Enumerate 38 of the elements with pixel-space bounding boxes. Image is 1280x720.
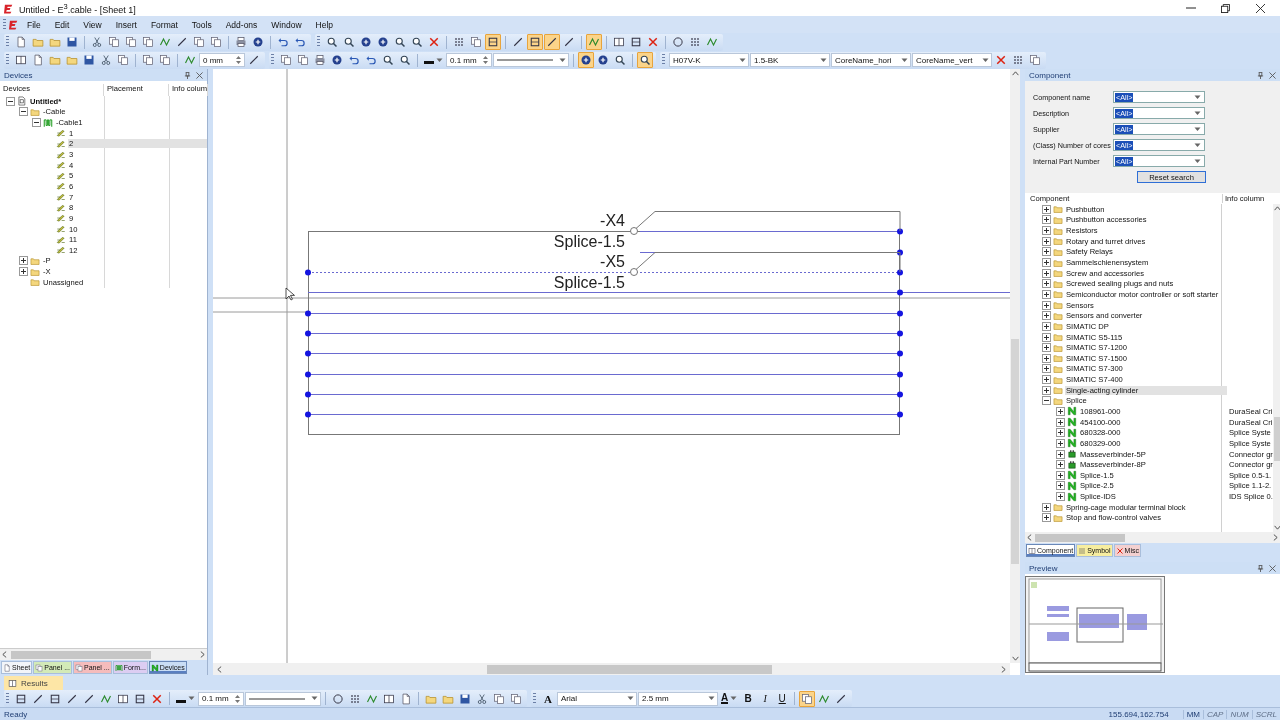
menu-item[interactable]: Tools	[184, 17, 219, 32]
dropdown-field[interactable]: H07V-K	[669, 53, 749, 67]
device-label[interactable]: -X5	[600, 253, 625, 270]
format-button[interactable]: I	[757, 690, 774, 707]
dropdown-field[interactable]: CoreName_vert	[912, 53, 992, 67]
spin-field[interactable]: 0.1 mm	[446, 53, 492, 67]
menu-item[interactable]: Edit	[47, 17, 77, 32]
dropdown-field[interactable]: 1.5-BK	[750, 53, 830, 67]
panel-title: Component	[1029, 70, 1072, 80]
dropdown-field[interactable]: 2.5 mm	[638, 691, 718, 706]
panel-title: Preview	[1029, 563, 1059, 573]
status-indicator: SCRL	[1251, 710, 1280, 719]
device-label[interactable]: -X4	[600, 212, 625, 229]
menu-item[interactable]: Window	[264, 17, 309, 32]
menu-item[interactable]: Add-ons	[218, 17, 265, 32]
menu-item[interactable]: Format	[143, 17, 185, 32]
status-text: Ready	[4, 710, 28, 719]
dropdown-field[interactable]: Arial	[557, 691, 637, 706]
menu-item[interactable]: Insert	[108, 17, 144, 32]
menu-item[interactable]: View	[76, 17, 109, 32]
font-color-button[interactable]: A	[719, 690, 740, 707]
part-label[interactable]: Splice-1.5	[553, 233, 625, 250]
panel-title: Devices	[4, 70, 34, 80]
status-indicator: NUM	[1226, 710, 1252, 719]
menu-item[interactable]: Help	[308, 17, 341, 32]
menu-item[interactable]: File	[20, 17, 48, 32]
format-button[interactable]: B	[740, 690, 757, 707]
spin-field[interactable]: 0 mm	[199, 53, 245, 67]
format-button[interactable]: U	[774, 690, 791, 707]
window-title: Untitled - E$^{3}$.cable - [Sheet 1]	[19, 1, 136, 15]
status-indicator: MM	[1182, 710, 1203, 719]
status-indicator: CAP	[1203, 710, 1227, 719]
results-tab[interactable]: Results	[4, 676, 63, 690]
cursor-coordinates: 155.694,162.754	[1108, 710, 1169, 719]
part-label[interactable]: Splice-1.5	[553, 274, 625, 291]
spin-field[interactable]: 0.1 mm	[198, 691, 244, 706]
format-button[interactable]: A	[540, 690, 556, 707]
dropdown-field[interactable]: CoreName_hori	[831, 53, 911, 67]
